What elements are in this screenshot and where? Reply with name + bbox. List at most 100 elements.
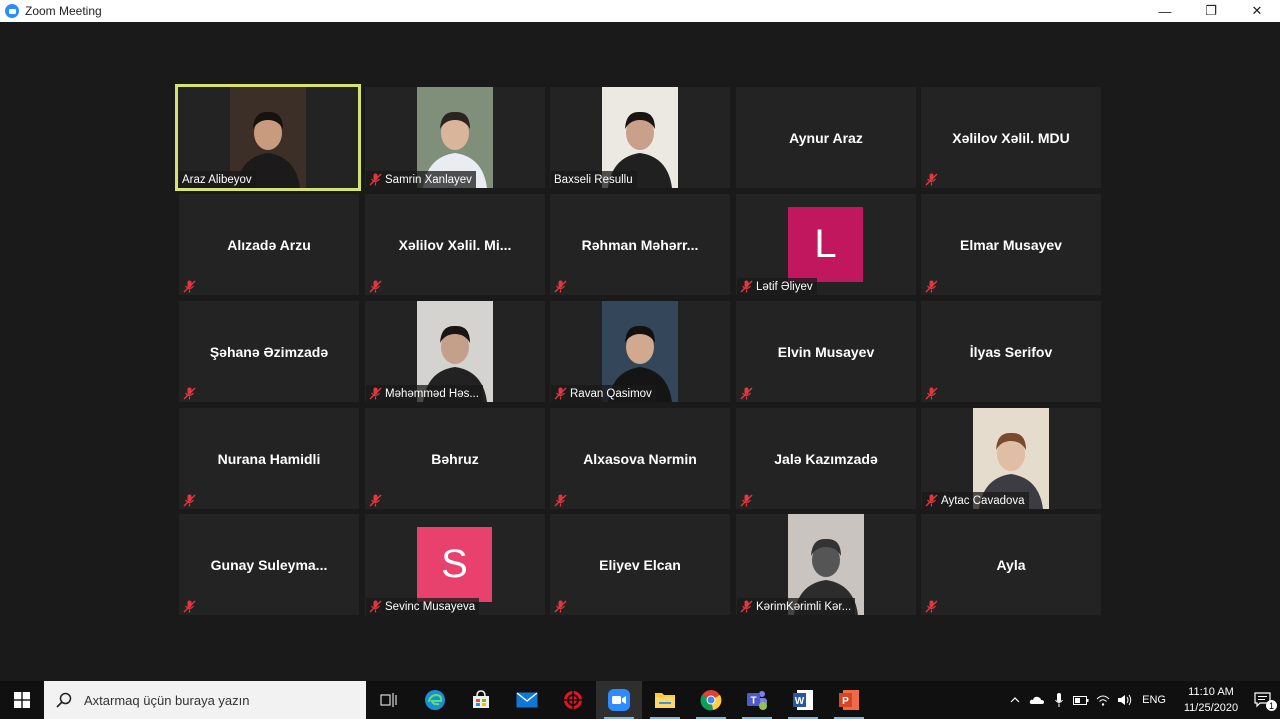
- participant-tile[interactable]: Eliyev Elcan: [550, 514, 730, 615]
- participant-tile[interactable]: Alızadə Arzu: [179, 194, 359, 295]
- edge-taskbar-button[interactable]: [412, 681, 458, 719]
- participant-label: Sevinc Musayeva: [366, 598, 480, 615]
- muted-microphone-icon: [740, 600, 753, 613]
- participant-label: KərimKərimli Kər...: [737, 598, 856, 615]
- participant-tile[interactable]: S Sevinc Musayeva: [365, 514, 545, 615]
- muted-microphone-icon: [925, 387, 938, 400]
- participant-tile[interactable]: Aytac Cavadova: [921, 408, 1101, 509]
- taskbar-clock[interactable]: 11:10 AM 11/25/2020: [1176, 684, 1246, 716]
- red-app-taskbar-button[interactable]: [550, 681, 596, 719]
- word-taskbar-button[interactable]: W: [780, 681, 826, 719]
- battery-icon[interactable]: [1070, 681, 1092, 719]
- participant-tile[interactable]: Elvin Musayev: [736, 301, 916, 402]
- muted-microphone-icon: [369, 600, 382, 613]
- wifi-icon[interactable]: [1092, 681, 1114, 719]
- participant-label: Aytac Cavadova: [922, 492, 1029, 509]
- participant-name: Ravan Qasimov: [570, 387, 652, 400]
- muted-microphone-icon: [183, 280, 196, 293]
- muted-microphone-icon: [925, 173, 938, 186]
- close-button[interactable]: ✕: [1234, 0, 1280, 22]
- participant-avatar: S: [417, 527, 492, 602]
- notification-count: 1: [1266, 700, 1277, 711]
- mail-taskbar-button[interactable]: [504, 681, 550, 719]
- word-icon: W: [792, 689, 814, 711]
- participant-tile[interactable]: İlyas Serifov: [921, 301, 1101, 402]
- participant-name: Məhəmməd Həs...: [385, 387, 479, 400]
- participant-tile[interactable]: Samrin Xanlayev: [365, 87, 545, 188]
- volume-icon[interactable]: [1114, 681, 1136, 719]
- participant-tile[interactable]: Rəhman Məhərr...: [550, 194, 730, 295]
- minimize-button[interactable]: —: [1142, 0, 1188, 22]
- zoom-taskbar-button[interactable]: [596, 681, 642, 719]
- participant-tile[interactable]: Araz Alibeyov: [175, 84, 361, 191]
- search-icon: [56, 692, 72, 708]
- participant-tile[interactable]: Alxasova Nərmin: [550, 408, 730, 509]
- participant-tile[interactable]: Baxseli Resullu: [550, 87, 730, 188]
- powerpoint-taskbar-button[interactable]: P: [826, 681, 872, 719]
- gallery-view: Araz Alibeyov Samrin Xanlayev Baxseli Resu…: [0, 22, 1280, 681]
- participant-name: İlyas Serifov: [969, 343, 1053, 360]
- participant-tile[interactable]: Ayla: [921, 514, 1101, 615]
- muted-microphone-icon: [925, 280, 938, 293]
- participant-label: Məhəmməd Həs...: [366, 385, 483, 402]
- notification-center-button[interactable]: 1: [1246, 681, 1280, 719]
- participant-tile[interactable]: Gunay Suleyma...: [179, 514, 359, 615]
- participant-name: Rəhman Məhərr...: [581, 236, 699, 253]
- participant-tile[interactable]: Elmar Musayev: [921, 194, 1101, 295]
- mail-icon: [516, 692, 538, 708]
- participant-name: Baxseli Resullu: [554, 173, 633, 186]
- muted-microphone-icon: [925, 600, 938, 613]
- muted-microphone-icon: [925, 494, 938, 507]
- powerpoint-icon: P: [838, 689, 860, 711]
- muted-microphone-icon: [554, 494, 567, 507]
- start-button[interactable]: [0, 681, 44, 719]
- teams-taskbar-button[interactable]: T: [734, 681, 780, 719]
- store-icon: [471, 690, 491, 710]
- window-title: Zoom Meeting: [25, 4, 102, 18]
- participant-tile[interactable]: L Lətif Əliyev: [736, 194, 916, 295]
- participant-name: Elvin Musayev: [777, 343, 875, 360]
- participant-label: Araz Alibeyov: [179, 171, 256, 188]
- svg-text:T: T: [750, 696, 756, 707]
- clock-date: 11/25/2020: [1183, 702, 1239, 714]
- svg-text:P: P: [842, 696, 849, 707]
- taskbar-search[interactable]: [44, 681, 366, 719]
- system-tray: ENG 11:10 AM 11/25/2020 1: [1004, 681, 1280, 719]
- participant-name: Gunay Suleyma...: [210, 556, 328, 573]
- participant-tile[interactable]: Şəhanə Əzimzadə: [179, 301, 359, 402]
- microphone-icon[interactable]: [1048, 681, 1070, 719]
- participant-label: Ravan Qasimov: [551, 385, 656, 402]
- participant-name: Samrin Xanlayev: [385, 173, 472, 186]
- chevron-up-icon[interactable]: [1004, 681, 1026, 719]
- file-explorer-taskbar-button[interactable]: [642, 681, 688, 719]
- maximize-button[interactable]: ❐: [1188, 0, 1234, 22]
- onedrive-icon[interactable]: [1026, 681, 1048, 719]
- participant-tile[interactable]: Ravan Qasimov: [550, 301, 730, 402]
- search-input[interactable]: [84, 692, 354, 708]
- store-taskbar-button[interactable]: [458, 681, 504, 719]
- edge-icon: [424, 689, 446, 711]
- windows-logo-icon: [14, 692, 30, 708]
- muted-microphone-icon: [554, 280, 567, 293]
- participant-avatar: L: [788, 207, 863, 282]
- participant-tile[interactable]: Məhəmməd Həs...: [365, 301, 545, 402]
- chrome-taskbar-button[interactable]: [688, 681, 734, 719]
- windows-taskbar: T W P ENG 11:10 AM 11/25/2020 1: [0, 681, 1280, 719]
- participant-tile[interactable]: Nurana Hamidli: [179, 408, 359, 509]
- language-indicator[interactable]: ENG: [1142, 694, 1166, 706]
- participant-label: Samrin Xanlayev: [366, 171, 476, 188]
- chrome-icon: [700, 689, 722, 711]
- participant-tile[interactable]: Aynur Araz: [736, 87, 916, 188]
- muted-microphone-icon: [369, 494, 382, 507]
- task-view-taskbar-button[interactable]: [366, 681, 412, 719]
- participant-tile[interactable]: Jalə Kazımzadə: [736, 408, 916, 509]
- participant-name: Sevinc Musayeva: [385, 600, 476, 613]
- muted-microphone-icon: [369, 280, 382, 293]
- participant-name: Ayla: [996, 556, 1026, 573]
- participant-tile[interactable]: Bəhruz: [365, 408, 545, 509]
- participant-tile[interactable]: Xəlilov Xəlil. MDU: [921, 87, 1101, 188]
- participant-tile[interactable]: KərimKərimli Kər...: [736, 514, 916, 615]
- red-app-icon: [563, 690, 583, 710]
- participant-tile[interactable]: Xəlilov Xəlil. Mi...: [365, 194, 545, 295]
- participant-name: Aytac Cavadova: [941, 494, 1025, 507]
